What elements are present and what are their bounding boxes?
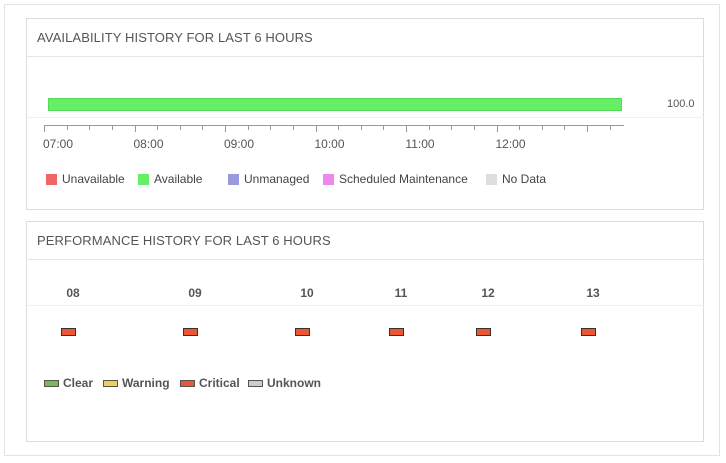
hour-label: 13: [586, 286, 600, 300]
axis-tick: [383, 125, 385, 130]
legend-available: Available: [138, 172, 202, 186]
perf-legend-clear: Clear: [44, 376, 93, 390]
status-marker-critical[interactable]: [295, 328, 310, 336]
legend-swatch-scheduled-maintenance: [323, 173, 334, 185]
status-marker-critical[interactable]: [61, 328, 76, 336]
perf-swatch-unknown: [248, 379, 263, 387]
status-marker-critical[interactable]: [476, 328, 491, 336]
axis-tick: [157, 125, 159, 130]
axis-tick: [89, 125, 91, 130]
axis-tick: [473, 125, 475, 130]
perf-legend-unknown: Unknown: [248, 376, 321, 390]
legend-swatch-unavailable: [46, 173, 57, 185]
axis-tick: [360, 125, 362, 130]
axis-tick: [292, 125, 294, 130]
axis-tick: [66, 125, 68, 130]
axis-tick: [609, 125, 611, 130]
axis-tick: [270, 125, 272, 130]
hour-label: 12: [481, 286, 495, 300]
axis-tick: [202, 125, 204, 130]
status-marker-critical[interactable]: [183, 328, 198, 336]
legend-unavailable: Unavailable: [46, 172, 125, 186]
perf-swatch-warning: [103, 379, 118, 387]
axis-tick: [111, 125, 113, 130]
hour-label: 09: [188, 286, 202, 300]
axis-tick: [406, 125, 407, 132]
axis-tick: [428, 125, 430, 130]
axis-tick: [338, 125, 340, 130]
hour-label: 08: [66, 286, 80, 300]
perf-swatch-clear: [44, 379, 59, 387]
legend-label-available: Available: [154, 172, 203, 186]
axis-tick: [451, 125, 453, 130]
legend-swatch-available: [138, 173, 149, 185]
axis-tick: [496, 125, 498, 132]
axis-tick: [315, 125, 317, 132]
axis-tick: [519, 125, 521, 130]
perf-legend-label-warning: Warning: [122, 376, 170, 390]
time-tick-label: 08:00: [133, 137, 164, 151]
legend-swatch-unmanaged: [228, 173, 239, 185]
axis-tick: [179, 125, 181, 130]
axis-tick: [587, 125, 588, 132]
availability-value: 100.0: [667, 98, 695, 110]
performance-divider: [27, 305, 705, 306]
status-marker-critical[interactable]: [389, 328, 404, 336]
availability-panel: AVAILABILITY HISTORY FOR LAST 6 HOURS 10…: [26, 18, 705, 210]
perf-legend-label-critical: Critical: [199, 376, 240, 390]
axis-tick: [541, 125, 543, 130]
perf-legend-label-unknown: Unknown: [267, 376, 321, 390]
axis-tick: [247, 125, 249, 130]
axis-tick: [134, 125, 136, 132]
time-tick-label: 09:00: [223, 137, 255, 151]
performance-panel: PERFORMANCE HISTORY FOR LAST 6 HOURS 08 …: [26, 221, 705, 442]
legend-label-scheduled-maintenance: Scheduled Maintenance: [339, 172, 468, 186]
hour-label: 10: [300, 286, 314, 300]
legend-swatch-no-data: [486, 173, 497, 185]
perf-legend-warning: Warning: [103, 376, 170, 390]
legend-no-data: No Data: [486, 172, 546, 186]
legend-unmanaged: Unmanaged: [228, 172, 309, 186]
availability-title: AVAILABILITY HISTORY FOR LAST 6 HOURS: [27, 19, 703, 57]
chart-divider: [27, 117, 705, 118]
legend-label-no-data: No Data: [502, 172, 547, 186]
legend-scheduled-maintenance: Scheduled Maintenance: [323, 172, 468, 186]
axis-tick: [564, 125, 566, 130]
status-marker-critical[interactable]: [581, 328, 596, 336]
time-tick-label: 07:00: [42, 137, 74, 151]
legend-label-unavailable: Unavailable: [62, 172, 125, 186]
time-tick-label: 11:00: [405, 137, 435, 151]
hour-label: 11: [394, 286, 408, 300]
axis-tick: [44, 125, 45, 132]
performance-title: PERFORMANCE HISTORY FOR LAST 6 HOURS: [27, 222, 703, 260]
axis-tick: [225, 125, 226, 132]
time-tick-label: 10:00: [314, 137, 345, 151]
legend-label-unmanaged: Unmanaged: [244, 172, 310, 186]
time-axis: [44, 125, 624, 132]
perf-swatch-critical: [180, 379, 195, 387]
time-tick-label: 12:00: [495, 137, 526, 151]
perf-legend-label-clear: Clear: [63, 376, 94, 390]
availability-bar[interactable]: [48, 98, 622, 111]
perf-legend-critical: Critical: [180, 376, 240, 390]
